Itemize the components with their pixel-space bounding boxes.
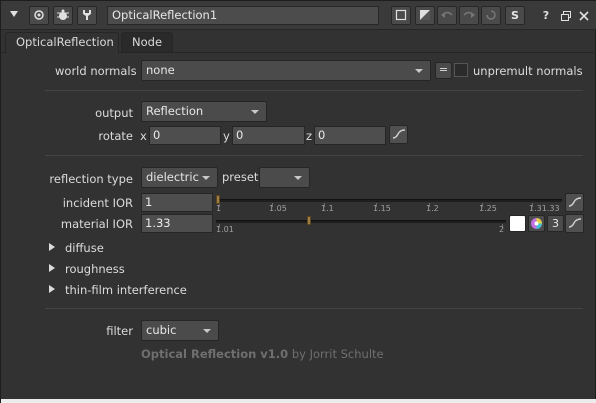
node-name-field[interactable]: OpticalReflection1 — [107, 6, 379, 25]
slider-tick-label: 2 — [499, 225, 505, 234]
undo-icon[interactable] — [437, 6, 457, 25]
help-icon[interactable]: ? — [537, 6, 555, 25]
expand-arrow-icon[interactable] — [49, 264, 55, 272]
rotate-x-label: x — [140, 129, 147, 143]
output-dropdown[interactable]: Reflection — [141, 101, 267, 122]
output-value: Reflection — [146, 104, 204, 118]
section-thin-film-interference[interactable]: thin-film interference — [65, 283, 187, 297]
expand-arrow-icon[interactable] — [49, 285, 55, 293]
plugin-name: Optical Reflection v1.0 — [141, 347, 289, 361]
reflection-type-dropdown[interactable]: dielectric — [141, 167, 218, 188]
channel-count-button[interactable]: 3 — [547, 215, 564, 232]
rotate-y-input[interactable]: 0 — [232, 126, 305, 145]
rotate-x-input[interactable]: 0 — [149, 126, 221, 145]
section-roughness[interactable]: roughness — [65, 262, 125, 276]
chevron-down-icon — [415, 69, 423, 73]
tab-opticalreflection[interactable]: OpticalReflection — [5, 32, 119, 53]
rotate-z-input[interactable]: 0 — [314, 126, 386, 145]
redo-icon[interactable] — [459, 6, 479, 25]
filter-label: filter — [106, 324, 133, 338]
section-divider — [45, 308, 583, 309]
slider-tick-label: 1.31.33 — [529, 204, 560, 213]
animation-curve-icon[interactable] — [389, 125, 408, 144]
material-ior-label: material IOR — [60, 217, 133, 231]
slider-tick-label: 1.01 — [216, 225, 234, 234]
unpremult-normals-label: unpremult normals — [473, 64, 583, 78]
section-diffuse[interactable]: diffuse — [65, 241, 104, 255]
color-square-icon[interactable] — [391, 6, 411, 25]
filter-value: cubic — [146, 323, 177, 337]
bug-icon[interactable] — [53, 6, 73, 25]
chevron-down-icon — [203, 329, 211, 333]
world-normals-dropdown[interactable]: none — [141, 60, 431, 81]
tab-node[interactable]: Node — [121, 32, 173, 52]
color-wheel-icon[interactable] — [528, 215, 545, 232]
chevron-down-icon — [294, 176, 302, 180]
color-swatch[interactable] — [509, 215, 526, 232]
center-node-icon[interactable] — [29, 6, 49, 25]
close-icon[interactable] — [575, 6, 593, 25]
reflection-type-value: dielectric — [146, 170, 199, 184]
incident-ior-label: incident IOR — [62, 196, 133, 210]
chevron-down-icon — [202, 176, 210, 180]
revert-icon[interactable] — [481, 6, 501, 25]
filter-dropdown[interactable]: cubic — [141, 320, 219, 341]
world-normals-value: none — [146, 63, 175, 77]
unpremult-normals-checkbox[interactable] — [454, 63, 468, 77]
plugin-author: by Jorrit Schulte — [288, 347, 384, 361]
rotate-label: rotate — [98, 129, 133, 143]
animation-curve-icon[interactable] — [565, 193, 584, 212]
material-ior-slider[interactable]: 1.01 2 — [216, 211, 506, 237]
material-ior-slider-handle[interactable] — [307, 216, 312, 225]
plugin-credit: Optical Reflection v1.0 by Jorrit Schult… — [141, 347, 384, 361]
incident-ior-slider-handle[interactable] — [216, 195, 220, 204]
collapse-icon[interactable] — [5, 6, 23, 25]
expand-arrow-icon[interactable] — [49, 243, 55, 251]
material-ior-input[interactable]: 1.33 — [141, 214, 213, 233]
stack-button[interactable]: S — [505, 6, 525, 25]
chevron-down-icon — [251, 110, 259, 114]
reflection-type-label: reflection type — [49, 172, 133, 186]
section-divider — [45, 90, 583, 91]
output-label: output — [95, 106, 133, 120]
incident-ior-input[interactable]: 1 — [141, 193, 213, 212]
rotate-z-label: z — [306, 129, 313, 143]
float-panel-icon[interactable] — [557, 6, 575, 25]
hue-icon[interactable] — [415, 6, 435, 25]
panel-titlebar: OpticalReflection1 S ? — [1, 1, 596, 30]
animation-curve-icon[interactable] — [565, 214, 584, 233]
wrench-icon[interactable] — [77, 6, 97, 25]
section-divider — [45, 155, 583, 156]
world-normals-label: world normals — [55, 64, 137, 78]
rotate-y-label: y — [223, 129, 230, 143]
equals-button[interactable]: = — [435, 62, 452, 79]
properties-panel: OpticalReflection1 S ? OpticalReflection… — [0, 0, 596, 403]
preset-dropdown[interactable] — [259, 167, 310, 188]
preset-label: preset — [222, 170, 259, 184]
